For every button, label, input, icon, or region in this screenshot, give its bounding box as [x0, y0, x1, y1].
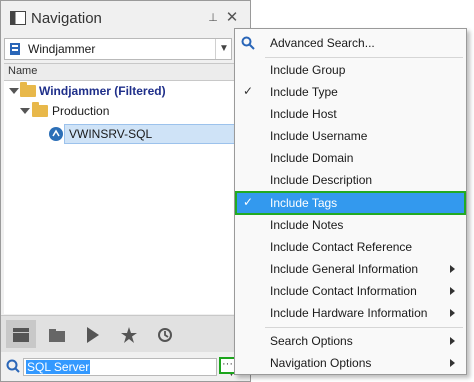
- menu-item-label: Navigation Options: [270, 356, 372, 370]
- advanced-search-icon: [241, 36, 255, 50]
- play-icon: [87, 326, 99, 343]
- menu-item-include-type[interactable]: ✓ Include Type: [235, 81, 466, 103]
- column-header-label: Name: [8, 65, 38, 77]
- history-button[interactable]: [150, 320, 180, 348]
- menu-item-label: Include Group: [270, 63, 346, 77]
- menu-item-label: Search Options: [270, 334, 353, 348]
- tree-node-session[interactable]: VWINSRV-SQL: [49, 124, 235, 144]
- tree-node-group[interactable]: Production: [4, 102, 249, 122]
- tree-node-label: VWINSRV-SQL: [69, 127, 153, 141]
- navigation-panel-icon: [10, 11, 26, 25]
- tree-node-root[interactable]: Windjammer (Filtered): [4, 82, 249, 102]
- menu-item-label: Include Type: [270, 85, 338, 99]
- menu-item-label: Include Contact Information: [270, 284, 417, 298]
- star-icon: [121, 326, 137, 343]
- menu-separator: [265, 57, 463, 58]
- chevron-down-icon[interactable]: ▼: [215, 39, 232, 59]
- menu-item-include-contact-information[interactable]: Include Contact Information: [235, 280, 466, 302]
- menu-item-label: Include Username: [270, 129, 368, 143]
- menu-item-include-tags[interactable]: ✓ Include Tags: [235, 191, 466, 215]
- favorites-folder-button[interactable]: [42, 320, 72, 348]
- favorites-button[interactable]: [114, 320, 144, 348]
- tree-node-label: Production: [52, 104, 110, 118]
- datasource-label: Windjammer: [28, 42, 96, 56]
- search-input[interactable]: SQL Server ▼: [23, 358, 236, 378]
- pin-icon[interactable]: ⊥: [207, 11, 219, 25]
- navigation-icon: [13, 327, 29, 342]
- bottom-toolbar: [1, 315, 250, 352]
- menu-item-search-options[interactable]: Search Options: [235, 330, 466, 352]
- panel-title: Navigation: [31, 10, 102, 27]
- close-icon[interactable]: ✕: [225, 8, 239, 26]
- navigation-panel: Navigation ⊥ ✕ Windjammer ▼ Name Windjam…: [0, 0, 251, 382]
- submenu-arrow-icon: [450, 337, 455, 345]
- menu-item-include-group[interactable]: Include Group: [235, 59, 466, 81]
- tree-node-label: Windjammer (Filtered): [39, 84, 166, 98]
- menu-item-navigation-options[interactable]: Navigation Options: [235, 352, 466, 374]
- navigation-view-button[interactable]: [6, 320, 36, 348]
- menu-item-advanced-search[interactable]: Advanced Search...: [235, 32, 466, 54]
- menu-item-include-general-information[interactable]: Include General Information: [235, 258, 466, 280]
- search-bar: SQL Server ▼ ···: [1, 352, 250, 381]
- menu-item-label: Advanced Search...: [270, 36, 375, 50]
- folder-icon: [49, 328, 65, 342]
- history-icon: [158, 327, 172, 342]
- navigation-tree: Name Windjammer (Filtered) Production VW…: [4, 63, 249, 314]
- datasource-select[interactable]: Windjammer ▼: [4, 38, 232, 60]
- menu-item-include-description[interactable]: Include Description: [235, 169, 466, 191]
- folder-icon: [20, 82, 36, 97]
- menu-item-include-domain[interactable]: Include Domain: [235, 147, 466, 169]
- search-input-value: SQL Server: [26, 360, 91, 374]
- expand-arrow-icon[interactable]: [9, 88, 19, 94]
- search-options-menu: Advanced Search... Include Group ✓ Inclu…: [234, 28, 467, 375]
- menu-item-include-host[interactable]: Include Host: [235, 103, 466, 125]
- column-header-name[interactable]: Name: [4, 64, 249, 81]
- menu-item-include-hardware-information[interactable]: Include Hardware Information: [235, 302, 466, 324]
- menu-item-label: Include Notes: [270, 218, 344, 232]
- menu-item-label: Include Hardware Information: [270, 306, 428, 320]
- panel-header: Navigation ⊥ ✕: [1, 1, 250, 35]
- submenu-arrow-icon: [450, 287, 455, 295]
- menu-separator: [265, 327, 463, 328]
- menu-item-label: Include General Information: [270, 262, 419, 276]
- menu-item-label: Include Tags: [270, 196, 338, 210]
- menu-item-include-contact-reference[interactable]: Include Contact Reference: [235, 236, 466, 258]
- submenu-arrow-icon: [450, 309, 455, 317]
- menu-item-label: Include Domain: [270, 151, 354, 165]
- menu-item-include-username[interactable]: Include Username: [235, 125, 466, 147]
- checkmark-icon: ✓: [243, 195, 254, 209]
- search-icon: [6, 359, 20, 373]
- menu-item-label: Include Contact Reference: [270, 240, 413, 254]
- submenu-arrow-icon: [450, 265, 455, 273]
- datasource-icon: [10, 43, 20, 55]
- play-button[interactable]: [78, 320, 108, 348]
- session-icon: [49, 127, 63, 141]
- menu-item-include-notes[interactable]: Include Notes: [235, 214, 466, 236]
- submenu-arrow-icon: [450, 359, 455, 367]
- checkmark-icon: ✓: [243, 84, 254, 98]
- menu-item-label: Include Host: [270, 107, 337, 121]
- expand-arrow-icon[interactable]: [20, 108, 30, 114]
- folder-icon: [32, 102, 48, 117]
- menu-item-label: Include Description: [270, 173, 373, 187]
